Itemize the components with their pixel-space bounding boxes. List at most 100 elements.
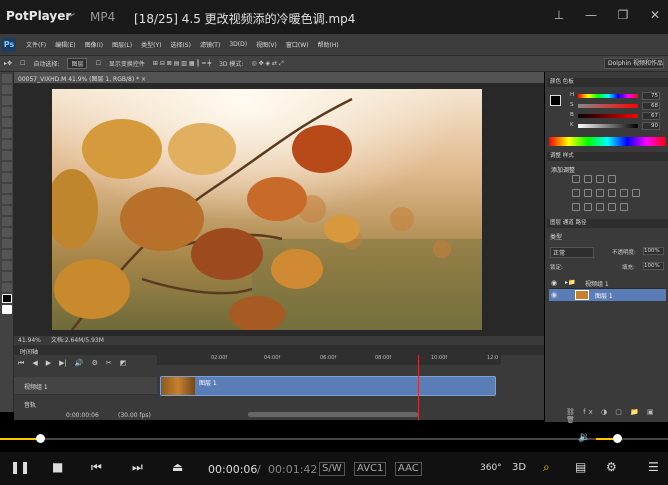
color-balance-icon[interactable] — [596, 189, 604, 197]
history-brush-icon[interactable] — [2, 173, 12, 182]
seek-bar[interactable] — [0, 438, 668, 440]
3d-icon[interactable]: 3D — [512, 462, 526, 473]
menu-view[interactable]: 视图(V) — [256, 40, 277, 49]
stop-icon[interactable]: ■ — [52, 460, 63, 474]
foreground-color-swatch[interactable] — [2, 294, 12, 303]
color-fg-swatch[interactable] — [550, 95, 561, 106]
settings-gear-icon[interactable]: ⚙ — [606, 460, 617, 474]
channel-mixer-icon[interactable] — [632, 189, 640, 197]
previous-icon[interactable]: ⏮ — [91, 460, 102, 475]
menu-window[interactable]: 窗口(W) — [286, 40, 309, 49]
play-icon[interactable]: ▶ — [46, 359, 51, 368]
marquee-tool-icon[interactable] — [2, 85, 12, 94]
menu-image[interactable]: 图像(I) — [85, 40, 103, 49]
zoom-tool-icon[interactable] — [2, 283, 12, 292]
auto-select-checkbox[interactable]: ☐ — [20, 60, 25, 67]
eye-icon[interactable]: ◉ — [551, 291, 557, 299]
s-slider[interactable]: S 68 — [570, 102, 666, 110]
path-select-tool-icon[interactable] — [2, 250, 12, 259]
timeline-scrollbar[interactable] — [248, 412, 418, 417]
audio-icon[interactable]: 🔊 — [75, 359, 84, 368]
opacity-input[interactable]: 100% — [643, 247, 664, 255]
type-tool-icon[interactable] — [2, 239, 12, 248]
playlist-search-icon[interactable]: ⌕ — [543, 460, 550, 475]
black-white-icon[interactable] — [608, 189, 616, 197]
layer-kind-filter[interactable]: 类型 — [550, 232, 562, 241]
eye-icon[interactable]: ◉ — [551, 279, 557, 287]
360-icon[interactable]: 360° — [480, 463, 502, 473]
brightness-icon[interactable] — [572, 175, 580, 183]
zoom-level[interactable]: 41.94% — [18, 337, 41, 344]
selective-color-icon[interactable] — [620, 203, 628, 211]
crop-tool-icon[interactable] — [2, 118, 12, 127]
prev-frame-icon[interactable]: ◀ — [32, 359, 37, 368]
shape-tool-icon[interactable] — [2, 261, 12, 270]
move-tool-icon[interactable] — [2, 74, 12, 83]
align-icons[interactable]: ⊞ ⊟ ⊠ ▤ ▥ ▦ ║ ═ ╪ — [153, 60, 211, 67]
seek-knob[interactable] — [36, 434, 45, 443]
canvas-image[interactable] — [52, 89, 482, 330]
eraser-tool-icon[interactable] — [2, 184, 12, 193]
menu-filter[interactable]: 滤镜(T) — [200, 40, 220, 49]
transition-icon[interactable]: ◩ — [120, 359, 127, 368]
menu-3d[interactable]: 3D(D) — [229, 41, 247, 48]
next-icon[interactable]: ⏭ — [132, 460, 143, 475]
restore-icon[interactable]: ❐ — [616, 8, 630, 22]
menu-layer[interactable]: 图层(L) — [112, 40, 132, 49]
first-frame-icon[interactable]: ⏮ — [18, 359, 24, 368]
timeline-playhead[interactable] — [418, 355, 419, 420]
next-frame-icon[interactable]: ▶| — [59, 359, 67, 368]
hand-tool-icon[interactable] — [2, 272, 12, 281]
layer-row[interactable]: ◉ 图层 1 — [549, 289, 666, 301]
background-color-swatch[interactable] — [2, 305, 12, 314]
layer-group-row[interactable]: ◉ ▸📁 视频组 1 — [549, 277, 666, 289]
dodge-tool-icon[interactable] — [2, 217, 12, 226]
audio-codec-tag[interactable]: AAC — [395, 462, 422, 476]
eyedropper-tool-icon[interactable] — [2, 129, 12, 138]
menu-file[interactable]: 文件(F) — [26, 40, 46, 49]
split-icon[interactable]: ✂ — [106, 359, 112, 368]
timeline-ruler[interactable]: 02:00f 04:00f 06:00f 08:00f 10:00f 12:0 — [157, 355, 501, 365]
curves-icon[interactable] — [596, 175, 604, 183]
b-slider[interactable]: B 67 — [570, 112, 666, 120]
fill-input[interactable]: 100% — [643, 262, 664, 270]
pin-icon[interactable]: ⊥ — [552, 8, 566, 22]
menu-help[interactable]: 帮助(H) — [318, 40, 339, 49]
hue-saturation-icon[interactable] — [584, 189, 592, 197]
threshold-icon[interactable] — [596, 203, 604, 211]
brush-tool-icon[interactable] — [2, 151, 12, 160]
lasso-tool-icon[interactable] — [2, 96, 12, 105]
minimize-icon[interactable]: — — [584, 8, 598, 22]
chevron-down-icon[interactable]: ﹀ — [66, 11, 75, 24]
player-logo[interactable]: PotPlayer — [6, 9, 71, 23]
3d-icons[interactable]: ◎ ✥ ◈ ⇄ ⤢ — [251, 60, 283, 68]
stamp-tool-icon[interactable] — [2, 162, 12, 171]
adjustments-panel-tabs[interactable]: 调整 样式 — [547, 152, 668, 161]
pen-tool-icon[interactable] — [2, 228, 12, 237]
menu-type[interactable]: 类型(Y) — [141, 40, 161, 49]
chapter-icon[interactable]: ▤ — [575, 460, 586, 474]
k-slider[interactable]: K 90 — [570, 122, 666, 130]
healing-tool-icon[interactable] — [2, 140, 12, 149]
layers-footer-icons[interactable]: ⛓ fx ◑ ▢ 📁 ▣ 🗑 — [566, 408, 668, 424]
volume-knob[interactable] — [613, 434, 622, 443]
gradient-map-icon[interactable] — [608, 203, 616, 211]
gradient-tool-icon[interactable] — [2, 195, 12, 204]
sw-tag[interactable]: S/W — [319, 462, 345, 476]
photo-filter-icon[interactable] — [620, 189, 628, 197]
levels-icon[interactable] — [584, 175, 592, 183]
menu-edit[interactable]: 编辑(E) — [55, 40, 75, 49]
close-icon[interactable]: ✕ — [648, 8, 662, 22]
quick-select-tool-icon[interactable] — [2, 107, 12, 116]
video-codec-tag[interactable]: AVC1 — [354, 462, 387, 476]
blur-tool-icon[interactable] — [2, 206, 12, 215]
auto-select-dropdown[interactable]: 图层 — [67, 58, 88, 69]
eject-icon[interactable]: ⏏ — [172, 460, 183, 474]
settings-icon[interactable]: ⚙ — [92, 359, 98, 368]
move-tool-icon[interactable]: ▸✥ — [4, 60, 12, 67]
show-transform-checkbox[interactable]: ☐ — [95, 60, 100, 67]
workspace-dropdown[interactable]: Dolphin 视频和作品 — [604, 58, 664, 69]
exposure-icon[interactable] — [608, 175, 616, 183]
color-panel-tabs[interactable]: 颜色 色板 — [547, 78, 668, 87]
timeline-title[interactable]: 时间轴 — [20, 347, 38, 356]
